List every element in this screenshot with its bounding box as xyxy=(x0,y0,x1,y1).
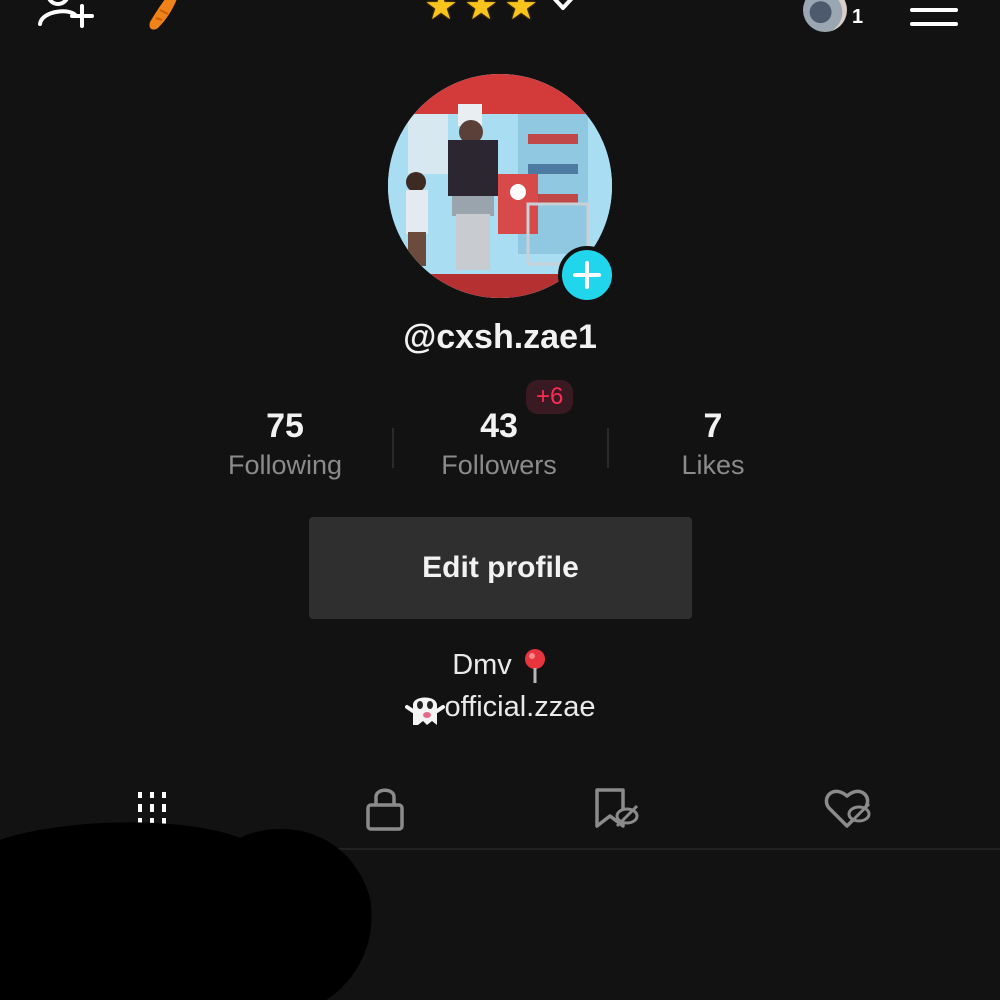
stat-following[interactable]: 75 Following xyxy=(178,404,392,494)
chevron-down-icon xyxy=(553,0,574,10)
top-bar: ★ ★ ★ 1 xyxy=(0,0,1000,40)
star-icon: ★ xyxy=(424,0,459,28)
bio-line-2: official.zzae xyxy=(0,686,1000,728)
profile-avatar-container xyxy=(388,74,616,304)
add-avatar-button[interactable] xyxy=(558,246,616,304)
stat-label: Likes xyxy=(681,450,745,480)
plus-icon xyxy=(573,261,601,289)
new-followers-badge: +6 xyxy=(526,380,574,414)
tab-favorites[interactable] xyxy=(587,783,647,833)
carrot-icon xyxy=(149,0,177,30)
bio-text: Dmv xyxy=(452,649,512,681)
account-switcher-avatar[interactable] xyxy=(803,0,847,32)
tab-liked[interactable] xyxy=(818,783,878,833)
favorites-hidden-icon xyxy=(595,788,639,828)
stat-value: 75 xyxy=(266,407,304,445)
bio-line-1: Dmv xyxy=(0,644,1000,686)
menu-icon[interactable] xyxy=(910,0,958,26)
ghost-icon xyxy=(404,697,445,726)
redaction-overlay xyxy=(0,822,372,1000)
stat-value: 43 xyxy=(480,407,518,445)
stars-badge[interactable]: ★ ★ ★ xyxy=(424,0,578,26)
stat-divider xyxy=(392,428,394,468)
stat-followers[interactable]: 43 Followers xyxy=(392,404,606,494)
liked-hidden-icon xyxy=(824,789,871,828)
star-icon: ★ xyxy=(464,0,499,28)
pushpin-icon xyxy=(524,649,545,684)
profile-username: @cxsh.zae1 xyxy=(403,318,597,356)
star-icon: ★ xyxy=(504,0,539,28)
stat-label: Followers xyxy=(441,450,557,480)
bio-text: official.zzae xyxy=(444,691,596,723)
stat-label: Following xyxy=(227,450,343,480)
add-friend-icon[interactable] xyxy=(36,0,96,30)
profile-bio: Dmv official.zzae xyxy=(0,644,1000,728)
profile-stats: 75 Following 43 Followers 7 Likes +6 xyxy=(178,380,822,494)
edit-profile-button[interactable]: Edit profile xyxy=(309,517,692,619)
stat-value: 7 xyxy=(703,407,723,445)
stat-divider xyxy=(607,428,609,468)
notification-count: 1 xyxy=(852,6,864,28)
profile-page: ★ ★ ★ 1 @cxsh.zae1 75 Following 43 Follo… xyxy=(0,0,1000,1000)
stat-likes[interactable]: 7 Likes xyxy=(606,404,820,494)
